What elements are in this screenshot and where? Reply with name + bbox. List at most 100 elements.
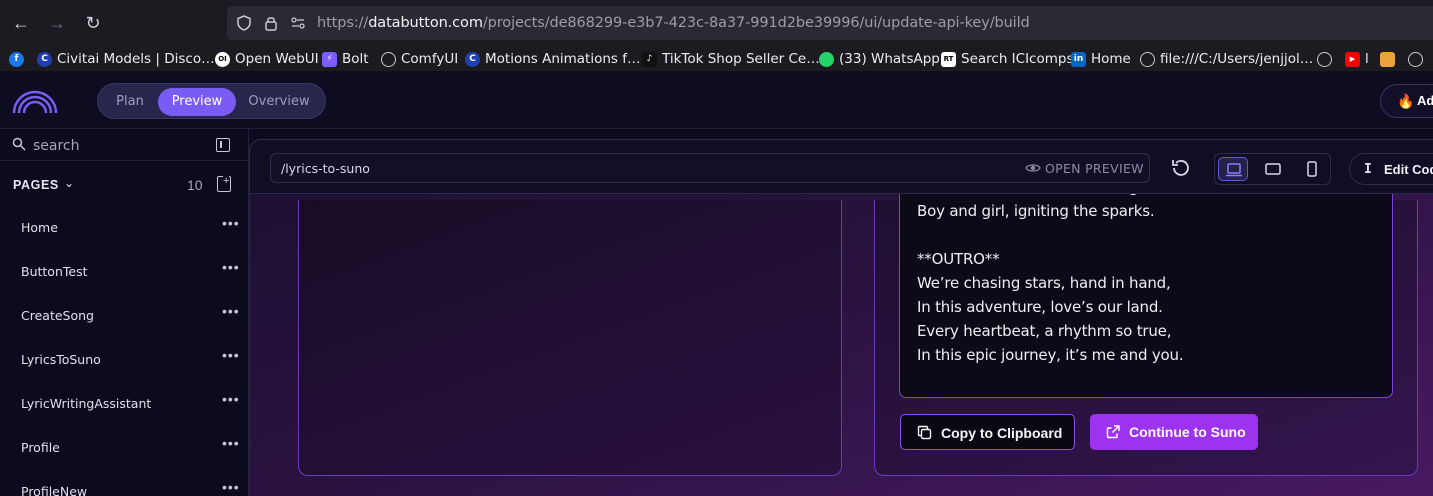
sidebar-item-buttontest[interactable]: ButtonTest ••• [0,251,248,295]
copy-to-clipboard-button[interactable]: Copy to Clipboard [900,414,1075,450]
tab-plan[interactable]: Plan [102,88,158,116]
collapse-sidebar-icon[interactable] [216,138,230,152]
globe-icon [381,51,396,67]
eye-icon [1025,164,1041,172]
open-preview-link[interactable]: OPEN PREVIEW [1045,161,1144,176]
bookmark-local-file[interactable]: file:///C:/Users/jenjjol… [1140,50,1313,68]
folder-icon [1380,51,1395,67]
upgrade-label: Ad [1417,93,1433,108]
bolt-icon: ⚡ [322,51,337,67]
sidebar-item-profile[interactable]: Profile ••• [0,427,248,471]
left-panel-card [298,200,842,476]
globe-icon [1140,51,1155,67]
facebook-bookmark[interactable]: f [9,50,29,68]
device-toggle-group [1214,153,1331,185]
search-placeholder: search [33,138,80,154]
tab-overview[interactable]: Overview [238,88,320,116]
bookmark-icicomps[interactable]: RT Search ICIcomps [941,50,1074,68]
more-options-icon[interactable]: ••• [222,259,240,275]
civitai-icon: C [37,51,52,67]
facebook-icon: f [9,51,24,67]
sidebar-item-lyricwritingassistant[interactable]: LyricWritingAssistant ••• [0,383,248,427]
sidebar-item-label: Profile [21,440,60,455]
sidebar-item-label: CreateSong [21,308,94,323]
bookmarks-bar: f C Civitai Models | Disco… OI Open WebUI … [0,46,1433,72]
sidebar: search PAGES ⌄ 10 Home••• ButtonTest••• … [0,129,249,496]
more-options-icon[interactable]: ••• [222,347,240,363]
globe-icon [1317,51,1332,67]
more-options-icon[interactable]: ••• [222,391,240,407]
lyrics-line: **OUTRO** [917,250,1000,268]
preview-area: Adventure awaits, let the magic start, B… [249,129,1433,496]
permissions-icon[interactable] [289,14,307,32]
lock-icon[interactable] [262,14,280,32]
route-input[interactable]: /lyrics-to-suno OPEN PREVIEW [270,153,1150,183]
edit-code-button[interactable]: I Edit Cod [1349,153,1433,185]
shield-icon[interactable] [235,14,253,32]
search-icon [12,137,26,151]
lyrics-output-card: Adventure awaits, let the magic start, B… [874,188,1418,476]
bookmark-motions[interactable]: C Motions Animations f… [465,50,641,68]
databutton-logo-icon[interactable] [12,85,58,115]
suno-button-label: Continue to Suno [1129,424,1246,440]
back-arrow-icon[interactable]: ← [11,13,31,33]
mode-switcher: Plan Preview Overview [97,83,326,119]
motions-icon: C [465,51,480,67]
continue-to-suno-button[interactable]: Continue to Suno [1090,414,1258,450]
add-page-icon[interactable] [217,176,231,192]
globe-icon [1408,51,1423,67]
sidebar-item-label: Home [21,220,58,235]
tablet-view-icon[interactable] [1258,157,1288,181]
bookmark-tiktok[interactable]: ♪ TikTok Shop Seller Ce… [642,50,820,68]
bookmark-globe-2[interactable] [1408,50,1428,68]
reload-icon[interactable]: ↻ [83,13,103,33]
copy-button-label: Copy to Clipboard [941,425,1063,441]
more-options-icon[interactable]: ••• [222,479,240,495]
flame-icon: 🔥 [1397,93,1415,109]
tab-preview[interactable]: Preview [158,88,236,116]
forward-arrow-icon[interactable]: → [47,13,67,33]
bookmark-linkedin-home[interactable]: in Home [1071,50,1131,68]
bookmark-civitai[interactable]: C Civitai Models | Disco… [37,50,215,68]
whatsapp-icon [819,51,834,67]
edit-code-label: Edit Cod [1384,162,1433,177]
sidebar-item-lyricstosuno[interactable]: LyricsToSuno ••• [0,339,248,383]
desktop-view-icon[interactable] [1218,157,1248,181]
bookmark-whatsapp[interactable]: (33) WhatsApp [819,50,940,68]
lyrics-line: In this adventure, love’s our land. [917,298,1163,316]
sidebar-item-label: ProfileNew [21,484,88,496]
route-path: /lyrics-to-suno [281,161,370,176]
sidebar-item-home[interactable]: Home ••• [0,207,248,251]
open-webui-icon: OI [215,51,230,67]
chevron-down-icon[interactable]: ⌄ [64,176,74,190]
bookmark-youtube[interactable]: ▶ l [1345,50,1369,68]
copy-icon [917,425,932,440]
bookmark-folder[interactable] [1380,50,1400,68]
search-input[interactable]: search [0,129,248,161]
lyrics-line: Boy and girl, igniting the sparks. [917,202,1155,220]
bookmark-comfyui[interactable]: ComfyUI [381,50,458,68]
more-options-icon[interactable]: ••• [222,303,240,319]
lyrics-line: In this epic journey, it’s me and you. [917,346,1184,364]
bookmark-bolt[interactable]: ⚡ Bolt [322,50,369,68]
pages-heading[interactable]: PAGES [13,178,59,192]
sidebar-item-profilenew[interactable]: ProfileNew ••• [0,471,248,496]
bookmark-open-webui[interactable]: OI Open WebUI [215,50,319,68]
external-link-icon [1106,425,1120,439]
tiktok-icon: ♪ [642,51,657,67]
sidebar-item-label: LyricWritingAssistant [21,396,152,411]
browser-toolbar: ← → ↻ https://databutton.com/projects/de… [0,0,1433,46]
lyrics-line: Every heartbeat, a rhythm so true, [917,322,1172,340]
text-cursor-icon: I [1364,162,1372,177]
more-options-icon[interactable]: ••• [222,215,240,231]
undo-reload-icon[interactable] [1170,157,1192,179]
upgrade-button[interactable]: 🔥 Ad [1380,84,1433,118]
preview-toolbar: /lyrics-to-suno OPEN PREVIEW I Edit Cod [249,139,1433,194]
mobile-view-icon[interactable] [1297,157,1327,181]
more-options-icon[interactable]: ••• [222,435,240,451]
url-text[interactable]: https://databutton.com/projects/de868299… [317,15,1030,31]
sidebar-item-createsong[interactable]: CreateSong ••• [0,295,248,339]
address-bar[interactable]: https://databutton.com/projects/de868299… [227,6,1433,40]
bookmark-globe[interactable] [1317,50,1337,68]
lyrics-textarea[interactable]: Adventure awaits, let the magic start, B… [899,188,1393,398]
